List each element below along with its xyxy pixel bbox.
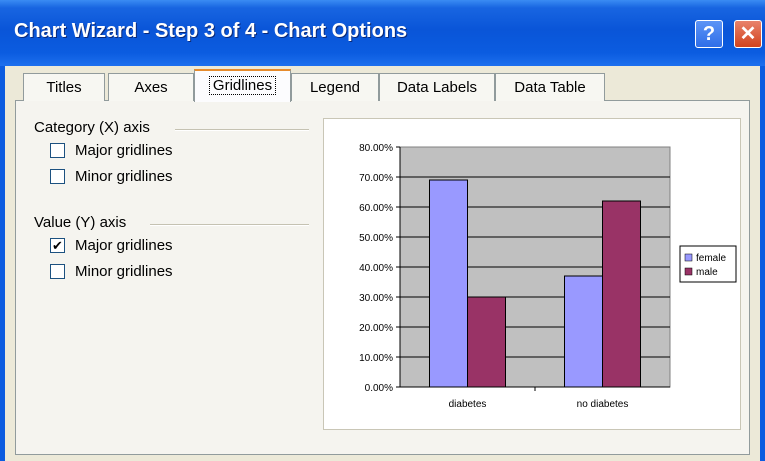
- category-axis-group-label: Category (X) axis: [34, 119, 150, 136]
- checkbox-label: Major gridlines: [75, 142, 173, 159]
- tab-legend[interactable]: Legend: [291, 73, 379, 101]
- tab-axes[interactable]: Axes: [108, 73, 194, 101]
- tab-label: Axes: [134, 79, 168, 96]
- bar: [602, 200, 641, 388]
- close-button[interactable]: ✕: [734, 20, 762, 48]
- title-bar[interactable]: Chart Wizard - Step 3 of 4 - Chart Optio…: [0, 0, 765, 66]
- tab-label: Titles: [46, 79, 82, 96]
- window-frame-right: [760, 66, 765, 461]
- y-tick-label: 70.00%: [359, 173, 393, 184]
- bar: [429, 179, 468, 388]
- bar: [467, 296, 506, 388]
- y-tick-label: 50.00%: [359, 233, 393, 244]
- y-tick-label: 10.00%: [359, 353, 393, 364]
- tab-data-labels[interactable]: Data Labels: [379, 73, 495, 101]
- tab-label: Legend: [309, 79, 361, 96]
- close-icon: ✕: [739, 23, 757, 45]
- legend-label: female: [696, 253, 726, 264]
- tab-label: Data Table: [514, 79, 586, 96]
- checkbox-box[interactable]: [50, 143, 65, 158]
- x-tick-label: no diabetes: [577, 399, 629, 410]
- checkbox-label: Major gridlines: [75, 237, 173, 254]
- checkbox-label: Minor gridlines: [75, 168, 173, 185]
- chart-preview: 0.00% 10.00% 20.00% 30.00% 40.00% 50.00% 60.00…: [323, 118, 741, 430]
- checkbox-box[interactable]: [50, 169, 65, 184]
- window-frame-left: [0, 66, 5, 461]
- chart-svg: 0.00% 10.00% 20.00% 30.00% 40.00% 50.00% 60.00…: [359, 143, 737, 410]
- y-tick-label: 80.00%: [359, 143, 393, 154]
- y-tick-label: 60.00%: [359, 203, 393, 214]
- y-tick-label: 20.00%: [359, 323, 393, 334]
- y-tick-label: 40.00%: [359, 263, 393, 274]
- tab-label: Gridlines: [208, 76, 277, 95]
- group-divider: [175, 129, 309, 131]
- window-title: Chart Wizard - Step 3 of 4 - Chart Optio…: [14, 20, 408, 42]
- checkbox-box[interactable]: [50, 264, 65, 279]
- help-icon: ?: [702, 23, 716, 45]
- legend-label: male: [696, 267, 718, 278]
- tab-gridlines[interactable]: Gridlines: [194, 69, 291, 102]
- tab-label: Data Labels: [396, 79, 478, 96]
- tab-titles[interactable]: Titles: [23, 73, 105, 101]
- group-divider: [150, 224, 309, 226]
- checkbox-label: Minor gridlines: [75, 263, 173, 280]
- value-axis-group-label: Value (Y) axis: [34, 214, 127, 231]
- bar: [564, 275, 603, 388]
- legend-swatch: [684, 267, 693, 276]
- chart-wizard-dialog: Chart Wizard - Step 3 of 4 - Chart Optio…: [0, 0, 765, 461]
- help-button[interactable]: ?: [695, 20, 723, 48]
- checkbox-box[interactable]: ✔: [50, 238, 65, 253]
- tab-data-table[interactable]: Data Table: [495, 73, 605, 101]
- legend-swatch: [684, 253, 693, 262]
- x-tick-label: diabetes: [449, 399, 487, 410]
- y-tick-label: 30.00%: [359, 293, 393, 304]
- y-tick-label: 0.00%: [365, 383, 393, 394]
